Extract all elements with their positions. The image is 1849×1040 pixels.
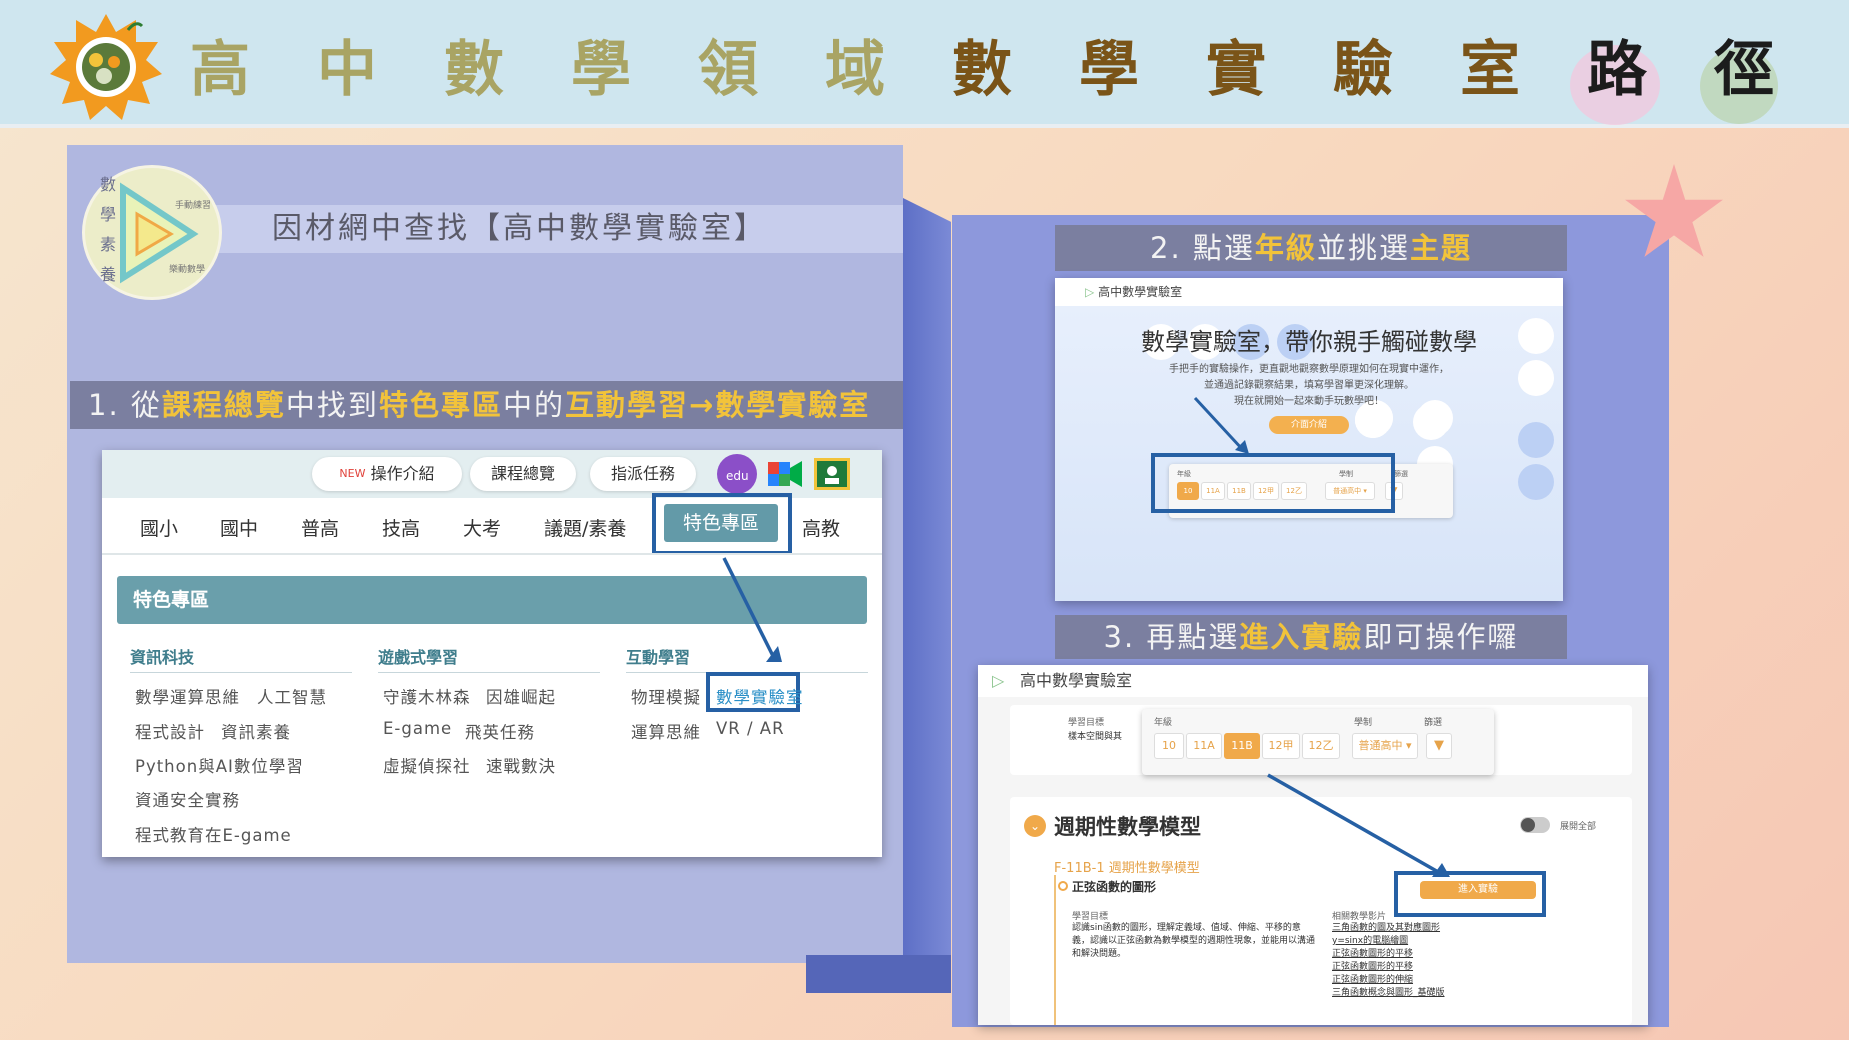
title-char: 徑 <box>1714 35 1774 105</box>
screenshot-lab-topic: ▷ 高中數學實驗室 學習目標 樣本空間與其 年級 學制 篩選 10 11A 11B… <box>978 665 1648 1025</box>
adaptive-learning-logo <box>48 12 164 122</box>
step3-instruction: 3. 再點選進入實驗即可操作囉 <box>1055 615 1567 659</box>
title-char: 領 <box>698 35 758 105</box>
title-char: 數 <box>952 35 1012 105</box>
title-char: 室 <box>1460 35 1520 105</box>
title-char: 中 <box>317 35 377 105</box>
screenshot-lab-landing: ▷ 高中數學實驗室 數學實驗室，帶你親手觸碰數學 手把手的實驗操作，更直觀地觀察… <box>1055 278 1563 601</box>
title-char: 高 <box>190 35 250 105</box>
arrow-to-math-lab <box>722 557 782 662</box>
title-char: 實 <box>1206 35 1266 105</box>
step1-instruction: 1. 從課程總覽中找到特色專區中的互動學習→數學實驗室 <box>70 381 903 429</box>
title-char: 學 <box>1079 35 1139 105</box>
title-char: 數 <box>444 35 504 105</box>
title-char: 域 <box>825 35 885 105</box>
step2-highlight <box>1151 396 1395 513</box>
page-title: 高中數學領域數學實驗室路徑 <box>190 30 1837 110</box>
svg-text:手動練習: 手動練習 <box>175 199 211 211</box>
left-title: 因材網中查找【高中數學實驗室】 <box>210 205 903 253</box>
decor-fold-bottom <box>806 955 951 993</box>
title-char: 學 <box>571 35 631 105</box>
decor-fold <box>903 198 951 993</box>
badge-text: 數學素養 <box>100 175 117 284</box>
title-char: 路 <box>1587 35 1647 105</box>
screenshot-site-nav: NEW 操作介紹 課程總覽 指派任務 edu 國小 國中 普高 技高 大考 議題… <box>102 450 882 857</box>
svg-text:樂動數學: 樂動數學 <box>169 263 205 275</box>
step3-highlight <box>1267 773 1546 917</box>
step2-instruction: 2. 點選年級並挑選主題 <box>1055 225 1567 271</box>
title-char: 驗 <box>1333 35 1393 105</box>
